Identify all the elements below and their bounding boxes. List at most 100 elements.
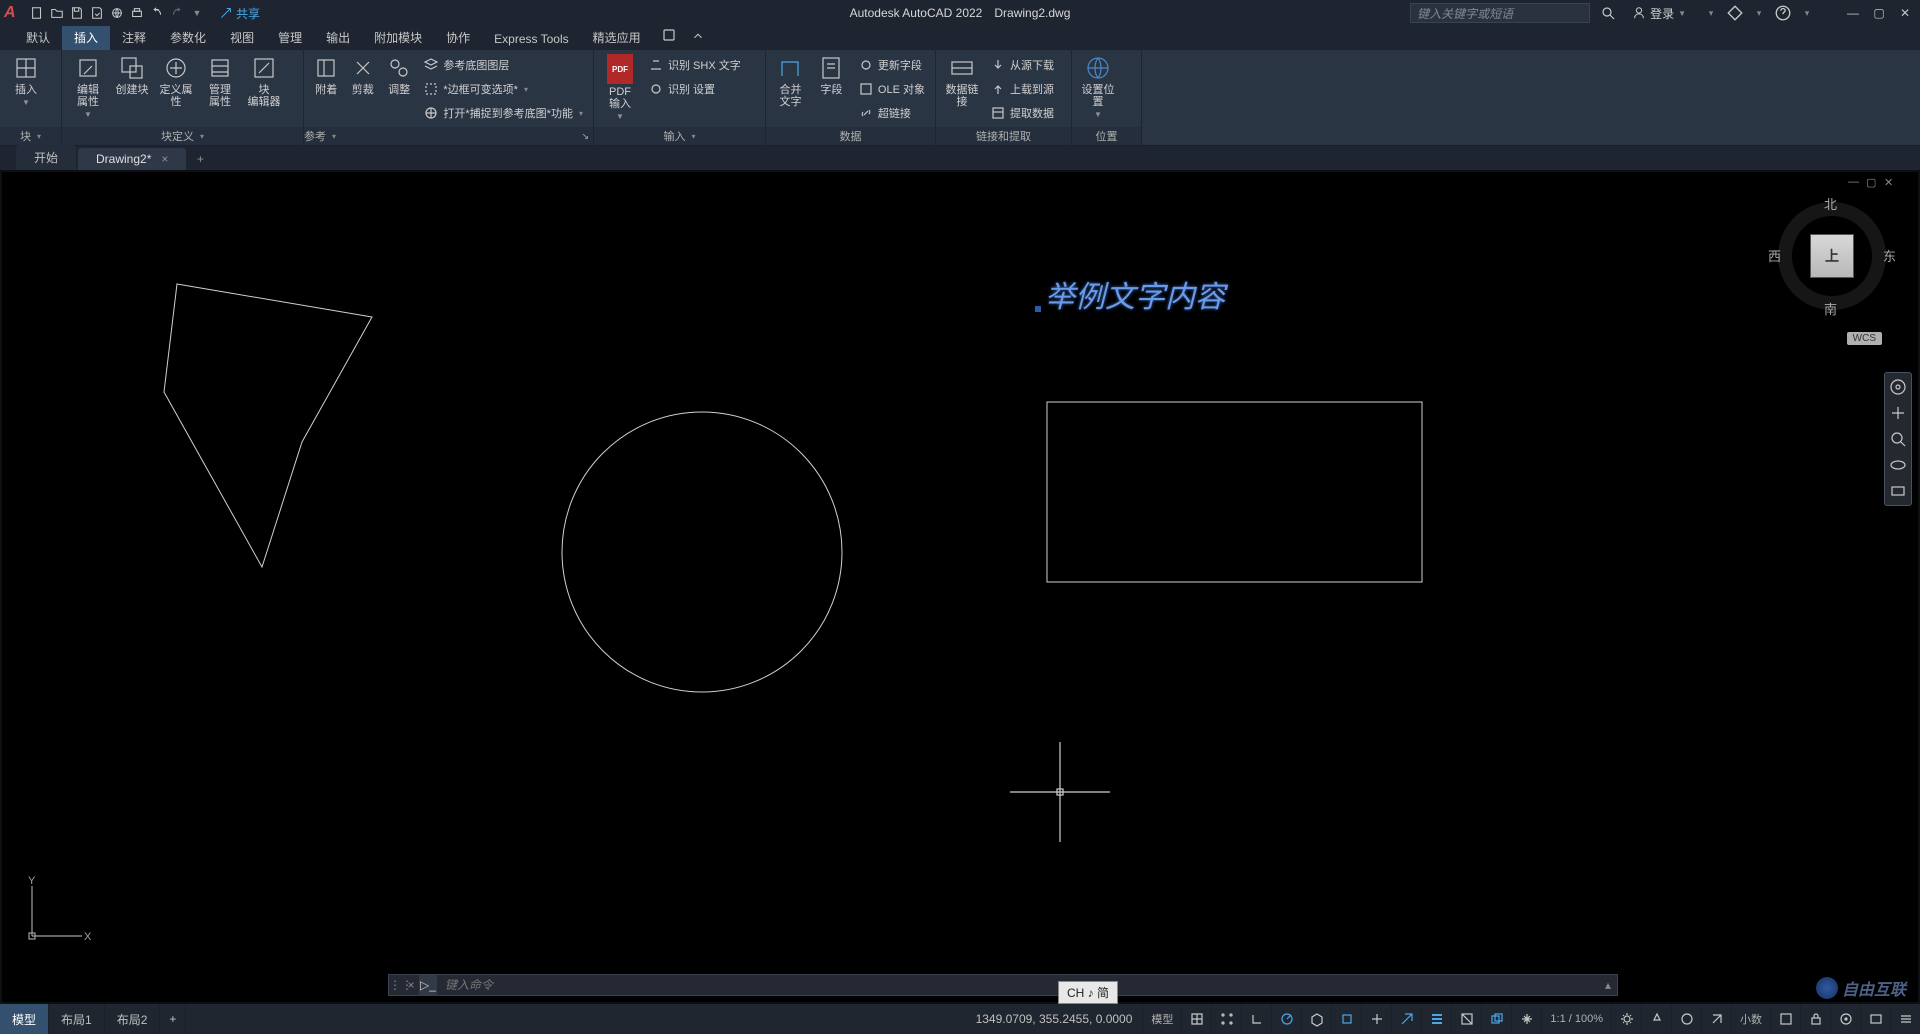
status-lock-ui-icon[interactable] xyxy=(1800,1004,1830,1034)
status-lwt-icon[interactable] xyxy=(1421,1004,1451,1034)
layout-tab-model[interactable]: 模型 xyxy=(0,1004,49,1034)
data-link-button[interactable]: 数据链接 xyxy=(942,54,982,108)
layout-tab-layout1[interactable]: 布局1 xyxy=(49,1004,105,1034)
exchange-icon[interactable] xyxy=(1726,4,1744,22)
ole-object-button[interactable]: OLE 对象 xyxy=(854,78,929,100)
status-dyn-input-icon[interactable] xyxy=(1511,1004,1541,1034)
panel-title-reference[interactable]: 参考↘ xyxy=(304,127,593,145)
search-input[interactable]: 键入关键字或短语 xyxy=(1410,3,1590,23)
ribbon-tab-parametric[interactable]: 参数化 xyxy=(158,25,218,50)
canvas-sample-text[interactable]: 举例文字内容 xyxy=(1045,272,1225,316)
redo-icon[interactable] xyxy=(168,4,186,22)
dropdown-icon[interactable]: ▾ xyxy=(1750,4,1768,22)
maximize-button[interactable]: ▢ xyxy=(1868,4,1890,22)
status-isolate-icon[interactable] xyxy=(1830,1004,1860,1034)
status-polar-icon[interactable] xyxy=(1271,1004,1301,1034)
status-cleanscreen-icon[interactable] xyxy=(1860,1004,1890,1034)
help-dropdown-icon[interactable]: ▾ xyxy=(1798,4,1816,22)
field-button[interactable]: 字段 xyxy=(813,54,850,96)
add-tab-button[interactable]: + xyxy=(188,148,212,170)
new-icon[interactable] xyxy=(28,4,46,22)
file-tab-drawing2[interactable]: Drawing2*× xyxy=(78,148,186,170)
upload-source-button[interactable]: 上载到源 xyxy=(986,78,1058,100)
ribbon-tab-featured[interactable]: 精选应用 xyxy=(581,25,653,50)
save-icon[interactable] xyxy=(68,4,86,22)
status-annoscale-icon[interactable] xyxy=(1641,1004,1671,1034)
frame-vary-button[interactable]: *边框可变选项*▾ xyxy=(419,78,587,100)
share-button[interactable]: 共享 xyxy=(220,5,260,22)
ribbon-tab-insert[interactable]: 插入 xyxy=(62,25,110,50)
status-selection-cycling-icon[interactable] xyxy=(1481,1004,1511,1034)
status-units-button[interactable]: 小数 xyxy=(1731,1004,1770,1034)
adjust-button[interactable]: 调整 xyxy=(383,54,415,96)
panel-title-link[interactable]: 链接和提取 xyxy=(936,127,1071,145)
saveas-icon[interactable] xyxy=(88,4,106,22)
ribbon-tab-express[interactable]: Express Tools xyxy=(482,28,580,50)
layout-tab-layout2[interactable]: 布局2 xyxy=(105,1004,161,1034)
download-source-button[interactable]: 从源下载 xyxy=(986,54,1058,76)
layout-tab-add[interactable]: + xyxy=(160,1004,186,1034)
search-icon[interactable] xyxy=(1600,5,1616,21)
help-icon[interactable] xyxy=(1774,4,1792,22)
ribbon-tab-plugin-icon[interactable] xyxy=(653,23,685,50)
command-line[interactable]: ⋮⋮ × ▷_ ▴ xyxy=(388,974,1618,996)
status-scale-button[interactable]: 1:1 / 100% xyxy=(1541,1004,1611,1034)
cmd-handle-icon[interactable]: ⋮⋮ xyxy=(389,978,403,992)
set-location-button[interactable]: 设置位置▼ xyxy=(1078,54,1118,119)
file-tab-start[interactable]: 开始 xyxy=(16,145,76,170)
status-workspace-icon[interactable] xyxy=(1671,1004,1701,1034)
ribbon-tab-default[interactable]: 默认 xyxy=(14,25,62,50)
status-grid-icon[interactable] xyxy=(1181,1004,1211,1034)
panel-title-data[interactable]: 数据 xyxy=(766,127,935,145)
create-block-button[interactable]: 创建块 xyxy=(112,54,152,96)
cmd-history-icon[interactable]: ▴ xyxy=(1599,978,1617,992)
status-ortho-icon[interactable] xyxy=(1241,1004,1271,1034)
command-input[interactable] xyxy=(437,978,1599,992)
ribbon-tab-addins[interactable]: 附加模块 xyxy=(362,25,434,50)
web-icon[interactable] xyxy=(108,4,126,22)
recognize-shx-button[interactable]: 识别 SHX 文字 xyxy=(644,54,745,76)
block-editor-button[interactable]: 块 编辑器 xyxy=(244,54,284,108)
status-customize-icon[interactable] xyxy=(1890,1004,1920,1034)
drawing-area[interactable]: — ▢ ✕ 北 南 东 西 上 WCS 举例文字内容 xyxy=(0,170,1920,1004)
edit-attributes-button[interactable]: 编辑 属性 ▼ xyxy=(68,54,108,119)
underlay-layers-button[interactable]: 参考底图图层 xyxy=(419,54,587,76)
autodesk-app-icon[interactable]: ▾ xyxy=(1702,4,1720,22)
qat-more-icon[interactable]: ▼ xyxy=(188,4,206,22)
cmd-prompt-icon[interactable]: ▷_ xyxy=(419,975,437,995)
login-button[interactable]: 登录 ▼ xyxy=(1632,5,1686,22)
status-model-button[interactable]: 模型 xyxy=(1142,1004,1181,1034)
cmd-close-icon[interactable]: × xyxy=(403,978,419,992)
status-isodraft-icon[interactable] xyxy=(1301,1004,1331,1034)
ribbon-tab-view[interactable]: 视图 xyxy=(218,25,266,50)
app-logo-icon[interactable]: A xyxy=(4,4,22,22)
close-tab-icon[interactable]: × xyxy=(161,152,168,166)
ribbon-tab-collab[interactable]: 协作 xyxy=(434,25,482,50)
ribbon-tab-manage[interactable]: 管理 xyxy=(266,25,314,50)
status-3dosnap-icon[interactable] xyxy=(1361,1004,1391,1034)
undo-icon[interactable] xyxy=(148,4,166,22)
status-annotation-monitor-icon[interactable] xyxy=(1701,1004,1731,1034)
panel-title-block[interactable]: 块 xyxy=(0,127,61,145)
panel-title-import[interactable]: 输入 xyxy=(594,127,765,145)
pdf-import-button[interactable]: PDFPDF 输入▼ xyxy=(600,54,640,121)
snap-underlay-button[interactable]: 打开*捕捉到参考底图*功能▾ xyxy=(419,102,587,124)
panel-title-location[interactable]: 位置 xyxy=(1072,127,1141,145)
define-attributes-button[interactable]: 定义属性 xyxy=(156,54,196,108)
status-quickprops-icon[interactable] xyxy=(1770,1004,1800,1034)
minimize-button[interactable]: — xyxy=(1842,4,1864,22)
update-field-button[interactable]: 更新字段 xyxy=(854,54,929,76)
ribbon-tab-output[interactable]: 输出 xyxy=(314,25,362,50)
close-button[interactable]: ✕ xyxy=(1894,4,1916,22)
panel-title-blockdef[interactable]: 块定义 xyxy=(62,127,303,145)
manage-attributes-button[interactable]: 管理 属性 xyxy=(200,54,240,108)
extract-data-button[interactable]: 提取数据 xyxy=(986,102,1058,124)
merge-text-button[interactable]: 合并 文字 xyxy=(772,54,809,108)
status-osnap-icon[interactable] xyxy=(1331,1004,1361,1034)
status-transparency-icon[interactable] xyxy=(1451,1004,1481,1034)
status-otrack-icon[interactable] xyxy=(1391,1004,1421,1034)
status-snap-icon[interactable] xyxy=(1211,1004,1241,1034)
open-icon[interactable] xyxy=(48,4,66,22)
insert-block-button[interactable]: 插入 ▼ xyxy=(6,54,46,107)
plot-icon[interactable] xyxy=(128,4,146,22)
